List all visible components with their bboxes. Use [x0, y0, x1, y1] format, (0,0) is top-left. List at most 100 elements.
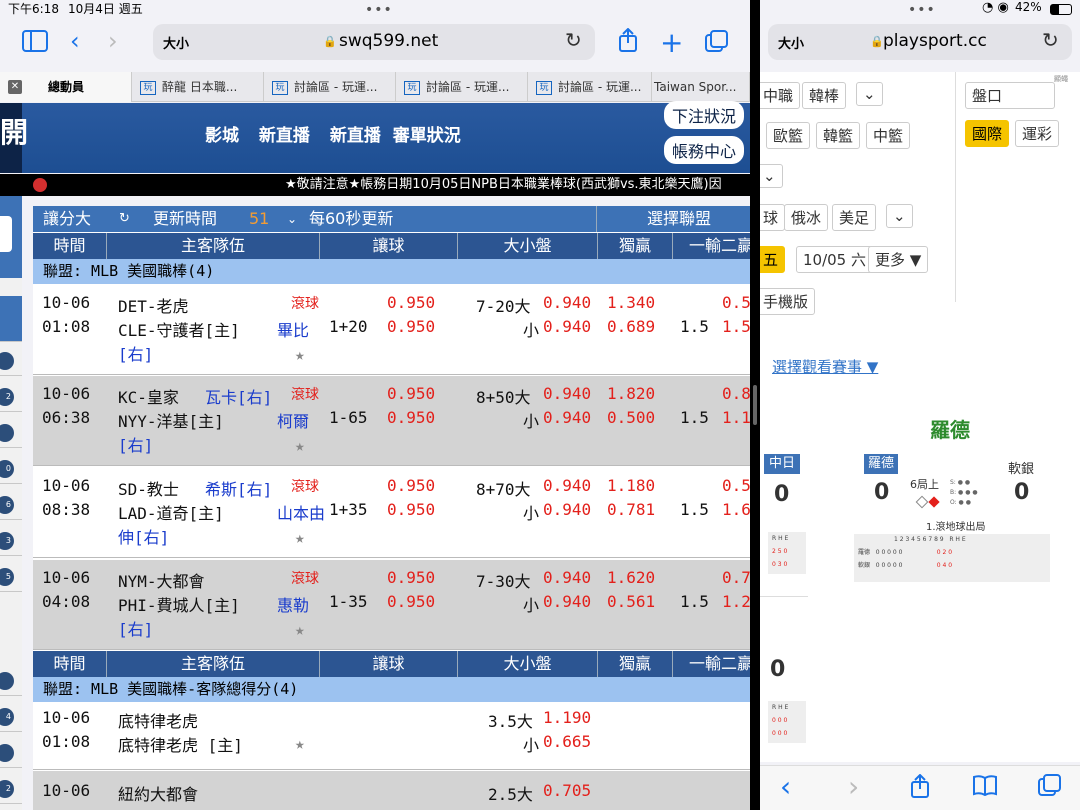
ml-away-odds[interactable]: 1.620 — [607, 568, 655, 587]
side-menu-item[interactable]: 4 — [0, 702, 22, 732]
refresh-icon[interactable]: ↻ — [119, 206, 130, 232]
league-row[interactable]: 聯盟: MLB 美國職棒(4) — [33, 259, 750, 284]
side-menu-item[interactable] — [0, 418, 22, 448]
oneloss-home-odds[interactable]: 1.1 — [722, 408, 750, 427]
nav-review[interactable]: 審單狀況 — [393, 126, 461, 146]
reader-aa[interactable]: 大小 — [163, 33, 189, 52]
tag-ice-hockey[interactable]: 俄冰 — [784, 204, 829, 231]
bookmarks-icon[interactable] — [972, 774, 998, 802]
game-card-partial[interactable]: 中日 0 R H E 2 5 0 0 3 0 — [760, 432, 808, 597]
ml-home-odds[interactable]: 0.561 — [607, 592, 655, 611]
oneloss-away-odds[interactable]: 0.5 — [722, 476, 750, 495]
side-menu-item[interactable]: 5 — [0, 562, 22, 592]
handicap-away-odds[interactable]: 0.950 — [387, 476, 435, 495]
refresh-interval-select[interactable]: 每60秒更新 — [309, 206, 393, 232]
game-card-partial[interactable]: 0 R H E 0 0 0 0 0 0 — [760, 637, 808, 747]
select-league-button[interactable]: 選擇聯盟 — [647, 206, 711, 232]
tab-1[interactable]: 玩醉龍 日本職... — [132, 72, 264, 102]
drag-handle[interactable] — [753, 385, 757, 425]
share-icon[interactable] — [618, 27, 638, 58]
ou-over-odds[interactable]: 0.940 — [543, 568, 591, 587]
split-view-divider[interactable] — [750, 0, 760, 810]
tag-korea-basket[interactable]: 韓籃 — [816, 122, 861, 149]
ml-away-odds[interactable]: 1.820 — [607, 384, 655, 403]
tag-euro-basket[interactable]: 歐籃 — [766, 122, 811, 149]
tab-3[interactable]: 玩討論區 - 玩運... — [396, 72, 528, 102]
star-icon[interactable]: ★ — [295, 436, 305, 455]
handicap-away-odds[interactable]: 0.950 — [387, 568, 435, 587]
star-icon[interactable]: ★ — [295, 345, 305, 364]
ml-home-odds[interactable]: 0.500 — [607, 408, 655, 427]
nav-live-2[interactable]: 新直播 — [330, 126, 381, 146]
tag-american-football[interactable]: 美足 — [832, 204, 877, 231]
back-icon[interactable]: ‹ — [70, 27, 80, 55]
forward-icon[interactable]: › — [108, 27, 118, 55]
side-menu-item[interactable]: 6 — [0, 490, 22, 520]
oneloss-home-odds[interactable]: 1.5 — [722, 317, 750, 336]
live-badge[interactable]: 滾球 — [291, 384, 319, 404]
live-badge[interactable]: 滾球 — [291, 293, 319, 313]
ml-home-odds[interactable]: 0.781 — [607, 500, 655, 519]
tag-row2-0[interactable]: 球 — [760, 204, 786, 231]
ou-under-odds[interactable]: 0.940 — [543, 592, 591, 611]
choose-game-link[interactable]: 選擇觀看賽事 ▼ — [772, 356, 878, 377]
side-menu-item[interactable] — [0, 346, 22, 376]
odds-tab[interactable]: 盤口 — [965, 82, 1055, 109]
tab-2[interactable]: 玩討論區 - 玩運... — [264, 72, 396, 102]
date-friday[interactable]: 五 — [760, 246, 786, 273]
chevron-down-icon[interactable]: ⌄ — [287, 206, 297, 232]
star-icon[interactable]: ★ — [295, 620, 305, 639]
reader-aa[interactable]: 大小 — [778, 33, 804, 52]
oneloss-away-odds[interactable]: 0.5 — [722, 293, 750, 312]
nav-live-1[interactable]: 新直播 — [259, 126, 310, 146]
ou-under-odds[interactable]: 0.940 — [543, 500, 591, 519]
back-icon[interactable]: ‹ — [780, 770, 791, 803]
ou-under-odds[interactable]: 0.940 — [543, 408, 591, 427]
ml-home-odds[interactable]: 0.689 — [607, 317, 655, 336]
date-saturday[interactable]: 10/05 六 — [796, 246, 873, 273]
tag-china-basket[interactable]: 中籃 — [866, 122, 911, 149]
account-center-button[interactable]: 帳務中心 — [663, 136, 744, 164]
ou-over-odds[interactable]: 0.940 — [543, 293, 591, 312]
oneloss-home-odds[interactable]: 1.2 — [722, 592, 750, 611]
ou-under-odds[interactable]: 0.665 — [543, 732, 591, 751]
tabs-overview-icon[interactable] — [1038, 774, 1062, 804]
chevron-down-icon[interactable]: ⌄ — [856, 82, 883, 106]
side-menu-item[interactable]: 2 — [0, 382, 22, 412]
oneloss-away-odds[interactable]: 0.7 — [722, 568, 750, 587]
ou-over-odds[interactable]: 0.940 — [543, 476, 591, 495]
oneloss-away-odds[interactable]: 0.8 — [722, 384, 750, 403]
side-menu-item[interactable] — [0, 666, 22, 696]
ou-under-odds[interactable]: 0.940 — [543, 317, 591, 336]
chevron-down-icon[interactable]: ⌄ — [886, 204, 913, 228]
address-bar[interactable]: 大小 🔒 swq599.net ↻ — [153, 24, 595, 60]
tabs-overview-icon[interactable] — [705, 30, 729, 60]
oneloss-home-odds[interactable]: 1.6 — [722, 500, 750, 519]
reload-icon[interactable]: ↻ — [1042, 28, 1059, 52]
lottery-tab[interactable]: 運彩 — [1015, 120, 1060, 147]
ml-away-odds[interactable]: 1.340 — [607, 293, 655, 312]
side-menu-item[interactable] — [0, 738, 22, 768]
side-menu-item[interactable] — [0, 296, 22, 342]
tab-5[interactable]: Taiwan Spor... — [652, 72, 750, 102]
league-row[interactable]: 聯盟: MLB 美國職棒-客隊總得分(4) — [33, 677, 750, 702]
ou-over-odds[interactable]: 0.940 — [543, 384, 591, 403]
tab-4[interactable]: 玩討論區 - 玩運... — [528, 72, 652, 102]
nav-cinema[interactable]: 影城 — [205, 126, 239, 146]
handicap-home-odds[interactable]: 0.950 — [387, 500, 435, 519]
handicap-home-odds[interactable]: 0.950 — [387, 592, 435, 611]
more-dates-button[interactable]: 更多 ▼ — [868, 246, 929, 273]
reload-icon[interactable]: ↻ — [565, 28, 582, 52]
ou-over-odds[interactable]: 1.190 — [543, 708, 591, 727]
close-tab-icon[interactable]: ✕ — [8, 80, 22, 94]
star-icon[interactable]: ★ — [295, 734, 305, 753]
handicap-home-odds[interactable]: 0.950 — [387, 317, 435, 336]
intl-tab[interactable]: 國際 — [965, 120, 1010, 147]
chevron-down-icon[interactable]: ⌄ — [760, 164, 783, 188]
mobile-version-button[interactable]: 手機版 — [760, 288, 816, 315]
side-menu-item[interactable]: 0 — [0, 454, 22, 484]
star-icon[interactable]: ★ — [295, 528, 305, 547]
handicap-home-odds[interactable]: 0.950 — [387, 408, 435, 427]
side-menu-item[interactable]: 2 — [0, 774, 22, 804]
tag-cpbl[interactable]: 中職 — [760, 82, 801, 109]
